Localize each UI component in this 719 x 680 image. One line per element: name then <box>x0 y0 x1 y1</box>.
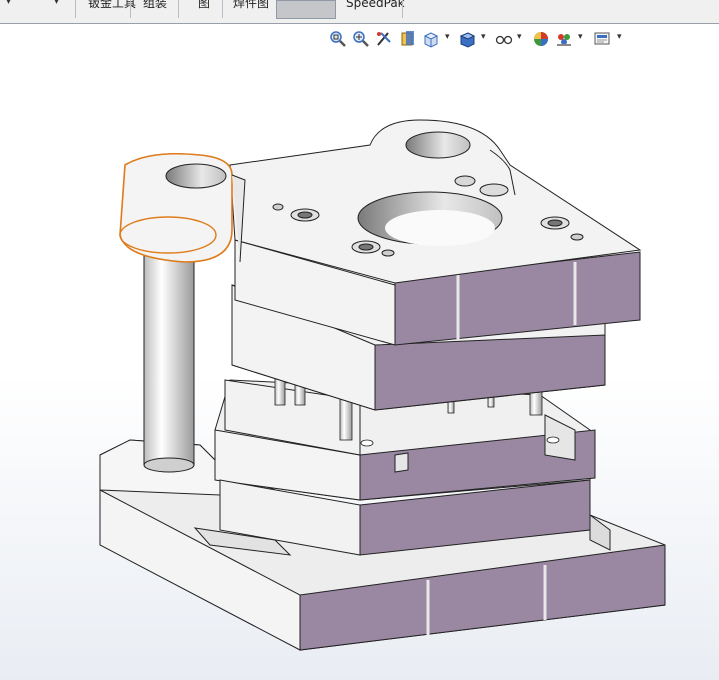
guide-pillar[interactable] <box>143 254 195 473</box>
graphics-area-model[interactable] <box>0 0 719 680</box>
selected-upper-arm[interactable] <box>119 152 246 263</box>
